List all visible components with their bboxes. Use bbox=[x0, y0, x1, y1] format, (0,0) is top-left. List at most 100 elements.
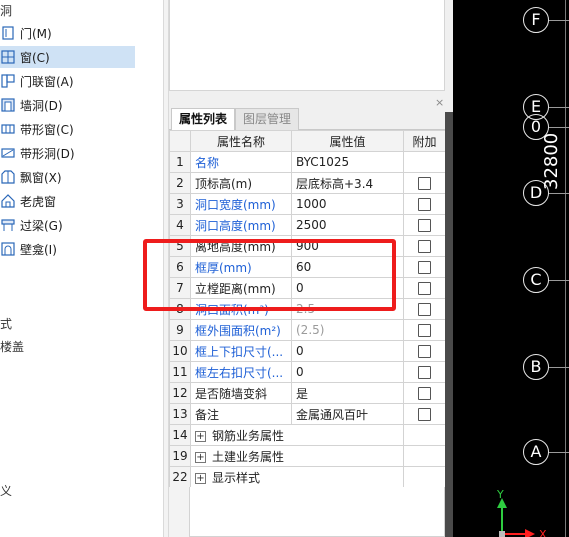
tree-item-strip-window[interactable]: 带形窗(C) bbox=[0, 118, 135, 140]
axis-line bbox=[549, 20, 569, 21]
property-name: 框厚(mm) bbox=[190, 256, 292, 278]
tree-item-bay-window[interactable]: 飘窗(X) bbox=[0, 166, 135, 188]
tree-item-window[interactable]: 窗(C) bbox=[0, 46, 135, 68]
tree-item-cut[interactable]: 义 bbox=[0, 482, 12, 499]
axis-bubble-b[interactable]: B bbox=[523, 354, 549, 380]
group-label-cell: + 钢筋业务属性 bbox=[190, 424, 404, 446]
property-value[interactable]: 0 bbox=[291, 361, 404, 383]
column-header-value: 属性值 bbox=[291, 130, 404, 152]
tree-item-lintel[interactable]: 过梁(G) bbox=[0, 214, 135, 236]
strip-opening-icon bbox=[1, 146, 15, 160]
extra-checkbox[interactable] bbox=[418, 261, 431, 274]
tab-layer-management[interactable]: 图层管理 bbox=[235, 108, 300, 130]
strip-window-icon bbox=[1, 122, 15, 136]
extra-checkbox[interactable] bbox=[418, 219, 431, 232]
table-header-row: 属性名称 属性值 附加 bbox=[169, 130, 446, 152]
extra-cell bbox=[403, 319, 446, 341]
table-row[interactable]: 4 洞口高度(mm) 2500 bbox=[169, 214, 446, 236]
property-value[interactable]: 0 bbox=[291, 340, 404, 362]
group-row[interactable]: 19 + 土建业务属性 bbox=[169, 445, 446, 467]
ucs-icon: Y X bbox=[496, 490, 547, 537]
tree-item-door-window[interactable]: 门联窗(A) bbox=[0, 70, 135, 92]
extra-checkbox[interactable] bbox=[418, 408, 431, 421]
drawing-canvas[interactable]: FE0DCBA 32800 Y X bbox=[453, 0, 569, 537]
axis-line bbox=[549, 367, 569, 368]
table-row[interactable]: 7 立樘距离(mm) 0 bbox=[169, 277, 446, 299]
table-row[interactable]: 10 框上下扣尺寸(... 0 bbox=[169, 340, 446, 362]
extra-checkbox[interactable] bbox=[418, 177, 431, 190]
row-number: 8 bbox=[169, 298, 191, 320]
expand-icon[interactable]: + bbox=[195, 472, 206, 484]
group-row[interactable]: 22 + 显示样式 bbox=[169, 466, 446, 488]
extra-checkbox[interactable] bbox=[418, 198, 431, 211]
table-row[interactable]: 1 名称 BYC1025 bbox=[169, 151, 446, 173]
axis-bubble-f[interactable]: F bbox=[523, 7, 549, 33]
row-number: 11 bbox=[169, 361, 191, 383]
tree-item-strip-opening[interactable]: 带形洞(D) bbox=[0, 142, 135, 164]
lintel-icon bbox=[1, 218, 15, 232]
row-number: 1 bbox=[169, 151, 191, 173]
tree-item-cut[interactable]: 式 bbox=[0, 315, 12, 332]
property-value[interactable]: 2.5 bbox=[291, 298, 404, 320]
extra-checkbox[interactable] bbox=[418, 324, 431, 337]
property-value[interactable]: 1000 bbox=[291, 193, 404, 215]
tree-item-cut[interactable]: 楼盖 bbox=[0, 338, 24, 355]
row-number: 9 bbox=[169, 319, 191, 341]
tree-item-label: 带形洞(D) bbox=[20, 146, 75, 161]
table-row[interactable]: 5 离地高度(mm) 900 bbox=[169, 235, 446, 257]
properties-panel: × 属性列表 图层管理 属性名称 属性值 附加 1 名称 BYC1025 2 顶标高(m… bbox=[169, 0, 453, 537]
axis-bubble-c[interactable]: C bbox=[523, 267, 549, 293]
property-value[interactable]: (2.5) bbox=[291, 319, 404, 341]
panel-tabs: 属性列表 图层管理 bbox=[169, 108, 445, 131]
extra-cell bbox=[403, 466, 446, 488]
expand-icon[interactable]: + bbox=[195, 430, 206, 442]
extra-checkbox[interactable] bbox=[418, 387, 431, 400]
extra-cell bbox=[403, 298, 446, 320]
extra-checkbox[interactable] bbox=[418, 345, 431, 358]
expand-icon[interactable]: + bbox=[195, 451, 206, 463]
property-name: 立樘距离(mm) bbox=[190, 277, 292, 299]
extra-checkbox[interactable] bbox=[418, 282, 431, 295]
tree-item-niche[interactable]: 壁龛(I) bbox=[0, 238, 135, 260]
bay-window-icon bbox=[1, 170, 15, 184]
table-row[interactable]: 2 顶标高(m) 层底标高+3.4 bbox=[169, 172, 446, 194]
dimension-label: 32800 bbox=[541, 132, 562, 190]
property-value[interactable]: 金属通风百叶 bbox=[291, 403, 404, 425]
property-value[interactable]: 0 bbox=[291, 277, 404, 299]
extra-checkbox[interactable] bbox=[418, 303, 431, 316]
ucs-x-label: X bbox=[539, 528, 547, 537]
extra-cell bbox=[403, 193, 446, 215]
table-row[interactable]: 9 框外围面积(m²) (2.5) bbox=[169, 319, 446, 341]
table-row[interactable]: 8 洞口面积(m²) 2.5 bbox=[169, 298, 446, 320]
table-row[interactable]: 13 备注 金属通风百叶 bbox=[169, 403, 446, 425]
extra-checkbox[interactable] bbox=[418, 366, 431, 379]
extra-cell bbox=[403, 235, 446, 257]
property-value[interactable]: 60 bbox=[291, 256, 404, 278]
extra-checkbox[interactable] bbox=[418, 240, 431, 253]
property-value[interactable]: 900 bbox=[291, 235, 404, 257]
tree-item-dormer[interactable]: 老虎窗 bbox=[0, 190, 135, 212]
axis-bubble-a[interactable]: A bbox=[523, 439, 549, 465]
property-name: 洞口宽度(mm) bbox=[190, 193, 292, 215]
table-row[interactable]: 12 是否随墙变斜是 bbox=[169, 382, 446, 404]
tree-item-door[interactable]: 门(M) bbox=[0, 22, 135, 44]
property-value[interactable]: 2500 bbox=[291, 214, 404, 236]
table-row[interactable]: 6 框厚(mm) 60 bbox=[169, 256, 446, 278]
tree-item-wall-opening[interactable]: 墙洞(D) bbox=[0, 94, 135, 116]
property-value[interactable]: 层底标高+3.4 bbox=[291, 172, 404, 194]
extra-cell bbox=[403, 382, 446, 404]
extra-cell bbox=[403, 172, 446, 194]
axis-line bbox=[549, 193, 569, 194]
tab-property-list[interactable]: 属性列表 bbox=[171, 108, 236, 131]
column-header-num bbox=[169, 130, 191, 152]
group-label: 钢筋业务属性 bbox=[212, 428, 285, 443]
table-row[interactable]: 3 洞口宽度(mm) 1000 bbox=[169, 193, 446, 215]
property-name: 框上下扣尺寸(... bbox=[190, 340, 292, 362]
extra-cell bbox=[403, 214, 446, 236]
row-number: 6 bbox=[169, 256, 191, 278]
table-row[interactable]: 11 框左右扣尺寸(... 0 bbox=[169, 361, 446, 383]
group-row[interactable]: 14 + 钢筋业务属性 bbox=[169, 424, 446, 446]
dimension-line bbox=[565, 0, 566, 537]
property-value[interactable]: BYC1025 bbox=[291, 151, 404, 173]
property-value[interactable]: 是 bbox=[291, 382, 404, 404]
